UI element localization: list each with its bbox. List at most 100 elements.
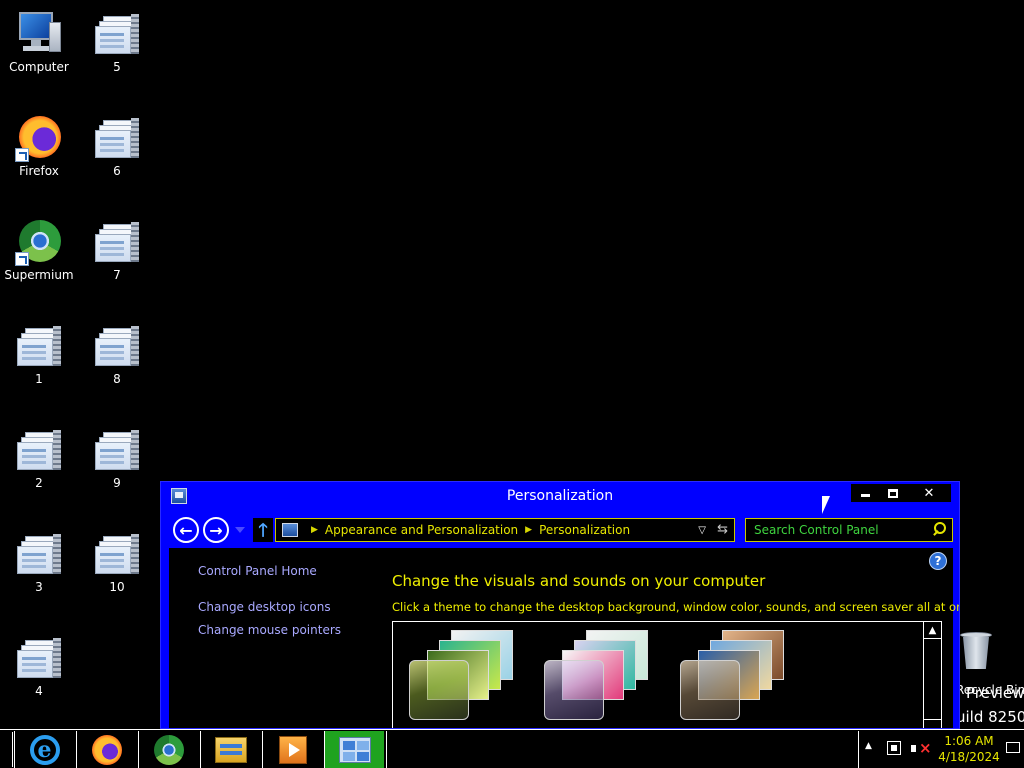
theme-list: ▲ xyxy=(392,621,942,728)
breadcrumb-appearance-and-personalization[interactable]: Appearance and Personalization xyxy=(325,523,518,537)
desktop-icon-computer[interactable]: Computer xyxy=(1,10,77,74)
media-player-icon xyxy=(278,735,307,764)
theme-color-swatch xyxy=(409,660,469,720)
address-history-dropdown-icon[interactable]: ▽ xyxy=(698,525,706,536)
theme-thumbnail[interactable] xyxy=(680,628,800,724)
recent-pages-dropdown[interactable] xyxy=(235,527,245,533)
desktop-icon-firefox[interactable]: Firefox xyxy=(1,114,77,178)
file-explorer-icon xyxy=(214,736,247,763)
scroll-thumb[interactable] xyxy=(924,640,941,720)
page-title: Change the visuals and sounds on your co… xyxy=(392,572,766,590)
address-bar[interactable]: ▶ Appearance and Personalization ▶ Perso… xyxy=(275,518,735,542)
taskbar-file-explorer[interactable] xyxy=(200,731,260,768)
maximize-icon xyxy=(888,488,898,498)
desktop-icon-10[interactable]: 10 xyxy=(79,530,155,594)
forward-arrow-icon: → xyxy=(209,520,223,540)
desktop-icon-3[interactable]: 3 xyxy=(1,530,77,594)
desktop-icon-label: Firefox xyxy=(19,164,59,178)
desktop-icon-5[interactable]: 5 xyxy=(79,10,155,74)
clock-date: 4/18/2024 xyxy=(938,750,1000,764)
build-watermark-line1: Preview xyxy=(966,684,1024,702)
batch-file-icon xyxy=(93,10,141,58)
system-tray: ▲ 1:06 AM 4/18/2024 xyxy=(858,731,1024,768)
theme-thumbnail[interactable] xyxy=(544,628,664,724)
scroll-up-arrow-icon[interactable]: ▲ xyxy=(924,622,941,639)
desktop-icon-label: 1 xyxy=(35,372,43,386)
desktop-icon-9[interactable]: 9 xyxy=(79,426,155,490)
theme-list-scrollbar[interactable]: ▲ xyxy=(923,622,941,728)
desktop-icon-label: 6 xyxy=(113,164,121,178)
desktop-icon-supermium[interactable]: Supermium xyxy=(1,218,77,282)
desktop-icon-1[interactable]: 1 xyxy=(1,322,77,386)
search-icon[interactable] xyxy=(932,522,946,536)
action-center-icon[interactable] xyxy=(1006,742,1020,753)
title-bar[interactable]: Personalization ✕ xyxy=(161,482,959,512)
desktop-icon-2[interactable]: 2 xyxy=(1,426,77,490)
firefox-icon xyxy=(91,734,122,765)
network-icon[interactable] xyxy=(887,741,901,755)
show-hidden-icons-chevron-icon[interactable]: ▲ xyxy=(865,741,872,751)
breadcrumb-chevron-icon[interactable]: ▶ xyxy=(311,525,318,535)
mouse-cursor-icon xyxy=(822,496,830,514)
desktop-icon-label: 9 xyxy=(113,476,121,490)
taskbar-media-player[interactable] xyxy=(262,731,322,768)
up-arrow-icon: 🡑 xyxy=(258,520,268,541)
change-desktop-icons-link[interactable]: Change desktop icons xyxy=(198,600,331,614)
refresh-icon[interactable]: ⇆ xyxy=(717,522,728,537)
maximize-button[interactable] xyxy=(879,484,907,502)
desktop-icon-label: 3 xyxy=(35,580,43,594)
recycle-bin-icon[interactable] xyxy=(958,630,994,676)
taskbar-supermium[interactable] xyxy=(138,731,198,768)
start-area[interactable] xyxy=(12,732,13,767)
change-mouse-pointers-link[interactable]: Change mouse pointers xyxy=(198,623,341,637)
build-watermark-line2: uild 8250 xyxy=(956,708,1024,726)
control-panel-home-link[interactable]: Control Panel Home xyxy=(198,564,317,578)
close-button[interactable]: ✕ xyxy=(907,484,951,502)
minimize-icon xyxy=(860,494,870,497)
theme-color-swatch xyxy=(680,660,740,720)
breadcrumb-personalization[interactable]: Personalization xyxy=(539,523,630,537)
personalization-window: Personalization ✕ ← → 🡑 ▶ Appearance and… xyxy=(160,481,960,729)
volume-muted-icon[interactable] xyxy=(911,739,932,757)
batch-file-icon xyxy=(93,530,141,578)
content-pane: ? Control Panel Home Change desktop icon… xyxy=(169,548,959,728)
desktop-icon-7[interactable]: 7 xyxy=(79,218,155,282)
search-placeholder: Search Control Panel xyxy=(754,523,879,537)
minimize-button[interactable] xyxy=(851,484,879,502)
forward-button[interactable]: → xyxy=(203,517,229,543)
batch-file-icon xyxy=(93,426,141,474)
taskbar-divider xyxy=(386,731,387,768)
desktop-icon-8[interactable]: 8 xyxy=(79,322,155,386)
supermium-icon xyxy=(15,218,63,266)
window-controls: ✕ xyxy=(851,484,951,502)
shortcut-arrow-icon xyxy=(15,252,29,266)
computer-icon xyxy=(15,10,63,58)
control-panel-icon xyxy=(282,523,298,537)
help-icon[interactable]: ? xyxy=(929,552,947,570)
desktop-icon-4[interactable]: 4 xyxy=(1,634,77,698)
desktop-icon-label: 5 xyxy=(113,60,121,74)
desktop-icon-label: 4 xyxy=(35,684,43,698)
supermium-icon xyxy=(153,734,184,765)
up-button[interactable]: 🡑 xyxy=(253,518,273,542)
taskbar-internet-explorer[interactable]: e xyxy=(14,731,74,768)
page-subtitle: Click a theme to change the desktop back… xyxy=(392,600,960,614)
taskbar-control-panel[interactable] xyxy=(324,731,384,768)
batch-file-icon xyxy=(15,530,63,578)
close-icon: ✕ xyxy=(923,485,935,501)
desktop-icon-label: 7 xyxy=(113,268,121,282)
back-button[interactable]: ← xyxy=(173,517,199,543)
clock[interactable]: 1:06 AM 4/18/2024 xyxy=(933,733,1005,765)
batch-file-icon xyxy=(15,322,63,370)
back-arrow-icon: ← xyxy=(179,520,193,540)
window-title: Personalization xyxy=(506,488,614,504)
batch-file-icon xyxy=(93,114,141,162)
theme-thumbnail[interactable] xyxy=(409,628,529,724)
breadcrumb-chevron-icon[interactable]: ▶ xyxy=(525,525,532,535)
batch-file-icon xyxy=(15,426,63,474)
internet-explorer-icon: e xyxy=(29,734,60,765)
desktop-icon-label: Supermium xyxy=(4,268,74,282)
desktop-icon-6[interactable]: 6 xyxy=(79,114,155,178)
search-box[interactable]: Search Control Panel xyxy=(745,518,953,542)
taskbar-firefox[interactable] xyxy=(76,731,136,768)
